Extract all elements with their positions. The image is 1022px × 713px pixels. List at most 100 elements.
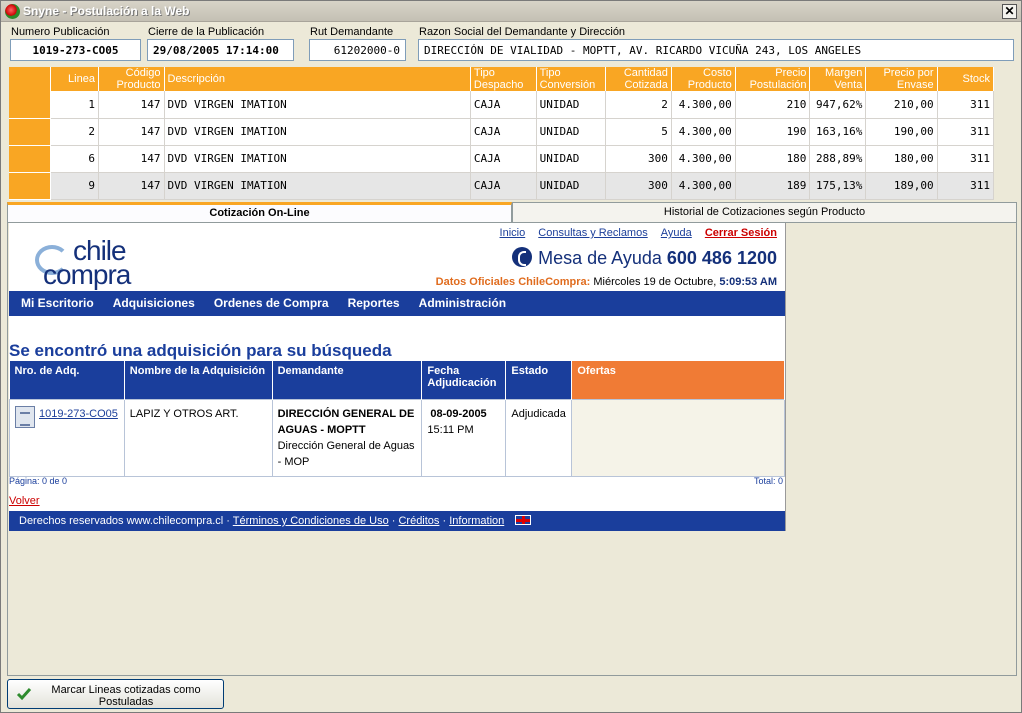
grid-cell[interactable]: 4.300,00 [671, 145, 736, 173]
footer-link-creditos[interactable]: Créditos [398, 515, 439, 527]
footer-link-terminos[interactable]: Términos y Condiciones de Uso [233, 515, 389, 527]
link-consultas[interactable]: Consultas y Reclamos [538, 227, 647, 239]
title-bar[interactable]: Snyne - Postulación a la Web ✕ [1, 1, 1021, 22]
grid-cell[interactable]: 311 [937, 172, 995, 200]
document-icon[interactable] [15, 405, 35, 428]
grid-cell[interactable]: 6 [50, 145, 99, 173]
row-selector[interactable] [9, 172, 52, 200]
grid-col-header[interactable]: Cantidad Cotizada [605, 67, 672, 91]
grid-col-header[interactable]: Tipo Despacho [470, 67, 537, 91]
row-selector[interactable] [9, 91, 52, 119]
grid-cell[interactable]: DVD VIRGEN IMATION [164, 91, 471, 119]
grid-cell[interactable]: 947,62% [809, 91, 867, 119]
tab-historial[interactable]: Historial de Cotizaciones según Producto [512, 202, 1017, 222]
grid-cell[interactable]: 9 [50, 172, 99, 200]
grid-cell[interactable]: 210,00 [865, 91, 938, 119]
numero-field[interactable]: 1019-273-CO05 [10, 39, 141, 61]
grid-cell[interactable]: 210 [735, 91, 811, 119]
results-col-header: Ofertas [571, 361, 785, 399]
grid-corner [9, 67, 52, 91]
grid-cell[interactable]: 190 [735, 118, 811, 146]
grid-cell[interactable]: 175,13% [809, 172, 867, 200]
grid-cell[interactable]: 163,16% [809, 118, 867, 146]
grid-cell[interactable]: CAJA [470, 91, 537, 119]
row-selector[interactable] [9, 118, 52, 146]
grid-cell[interactable]: UNIDAD [536, 172, 607, 200]
grid-cell[interactable]: DVD VIRGEN IMATION [164, 145, 471, 173]
grid-cell[interactable]: 311 [937, 91, 995, 119]
grid-cell[interactable]: 189 [735, 172, 811, 200]
grid-cell[interactable]: UNIDAD [536, 118, 607, 146]
grid-cell[interactable]: DVD VIRGEN IMATION [164, 118, 471, 146]
grid-col-header[interactable]: Precio Postulación [735, 67, 811, 91]
grid-cell[interactable]: 189,00 [865, 172, 938, 200]
tab-cotizacion-online[interactable]: Cotización On-Line [7, 202, 512, 222]
grid-cell[interactable]: UNIDAD [536, 91, 607, 119]
table-row[interactable]: 6 147 DVD VIRGEN IMATION CAJA UNIDAD 300… [9, 145, 995, 173]
grid-cell[interactable]: CAJA [470, 172, 537, 200]
grid-cell[interactable]: 300 [605, 172, 672, 200]
grid-cell[interactable]: 147 [98, 118, 165, 146]
grid-col-header[interactable]: Precio por Envase [865, 67, 938, 91]
top-links: Inicio Consultas y Reclamos Ayuda Cerrar… [490, 227, 777, 239]
grid-cell[interactable]: 147 [98, 172, 165, 200]
grid-col-header[interactable]: Tipo Conversión [536, 67, 607, 91]
grid-col-header[interactable]: Descripción [164, 67, 471, 91]
grid-cell[interactable]: 311 [937, 118, 995, 146]
rut-label: Rut Demandante [310, 26, 394, 38]
link-cerrar-sesion[interactable]: Cerrar Sesión [705, 227, 777, 239]
grid-cell[interactable]: CAJA [470, 145, 537, 173]
rut-field[interactable]: 61202000-0 [309, 39, 406, 61]
grid-col-header[interactable]: Costo Producto [671, 67, 736, 91]
mark-postulated-label: Marcar Lineas cotizadas como Postuladas [51, 684, 201, 708]
adq-cell: 1019-273-CO05 [9, 398, 125, 477]
grid-cell[interactable]: 4.300,00 [671, 91, 736, 119]
uk-flag-icon[interactable] [515, 515, 532, 525]
grid-cell[interactable]: 1 [50, 91, 99, 119]
mark-postulated-button[interactable]: Marcar Lineas cotizadas como Postuladas [7, 679, 224, 709]
table-row[interactable]: 9 147 DVD VIRGEN IMATION CAJA UNIDAD 300… [9, 172, 995, 200]
row-selector[interactable] [9, 145, 52, 173]
grid-cell[interactable]: 4.300,00 [671, 172, 736, 200]
cierre-field[interactable]: 29/08/2005 17:14:00 [147, 39, 294, 61]
embedded-webpage: chile compra Inicio Consultas y Reclamos… [9, 223, 786, 531]
grid-cell[interactable]: 180 [735, 145, 811, 173]
volver-link[interactable]: Volver [9, 495, 40, 507]
grid-cell[interactable]: UNIDAD [536, 145, 607, 173]
grid-cell[interactable]: 180,00 [865, 145, 938, 173]
menu-adquisiciones[interactable]: Adquisiciones [113, 291, 195, 316]
grid-cell[interactable]: 311 [937, 145, 995, 173]
grid-cell[interactable]: 2 [50, 118, 99, 146]
grid-cell[interactable]: CAJA [470, 118, 537, 146]
grid-cell[interactable]: 300 [605, 145, 672, 173]
demandante-cell: DIRECCIÓN GENERAL DE AGUAS - MOPTT Direcc… [271, 398, 423, 477]
grid-cell[interactable]: DVD VIRGEN IMATION [164, 172, 471, 200]
grid-cell[interactable]: 147 [98, 91, 165, 119]
footer-link-information[interactable]: Information [449, 515, 504, 527]
grid-col-header[interactable]: Stock [937, 67, 995, 91]
ofertas-cell [571, 398, 785, 477]
menu-reportes[interactable]: Reportes [348, 291, 400, 316]
table-row[interactable]: 2 147 DVD VIRGEN IMATION CAJA UNIDAD 5 4… [9, 118, 995, 146]
app-window: Snyne - Postulación a la Web ✕ Numero Pu… [0, 0, 1022, 713]
help-text: Mesa de Ayuda [538, 248, 662, 268]
grid-col-header[interactable]: Código Producto [98, 67, 165, 91]
grid-cell[interactable]: 190,00 [865, 118, 938, 146]
close-icon[interactable]: ✕ [1002, 4, 1017, 19]
grid-cell[interactable]: 147 [98, 145, 165, 173]
grid-cell[interactable]: 288,89% [809, 145, 867, 173]
grid-col-header[interactable]: Linea [50, 67, 99, 91]
grid-cell[interactable]: 5 [605, 118, 672, 146]
adq-link[interactable]: 1019-273-CO05 [39, 408, 118, 420]
grid-col-header[interactable]: Margen Venta [809, 67, 867, 91]
grid-cell[interactable]: 2 [605, 91, 672, 119]
menu-mi-escritorio[interactable]: Mi Escritorio [21, 291, 94, 316]
razon-field[interactable]: DIRECCIÓN DE VIALIDAD - MOPTT, AV. RICAR… [418, 39, 1014, 61]
link-ayuda[interactable]: Ayuda [661, 227, 692, 239]
table-row[interactable]: 1 147 DVD VIRGEN IMATION CAJA UNIDAD 2 4… [9, 91, 995, 119]
menu-ordenes-compra[interactable]: Ordenes de Compra [214, 291, 329, 316]
menu-administracion[interactable]: Administración [419, 291, 506, 316]
grid-cell[interactable]: 4.300,00 [671, 118, 736, 146]
link-inicio[interactable]: Inicio [500, 227, 526, 239]
lines-grid[interactable]: Linea Código Producto Descripción Tipo D… [9, 67, 995, 200]
